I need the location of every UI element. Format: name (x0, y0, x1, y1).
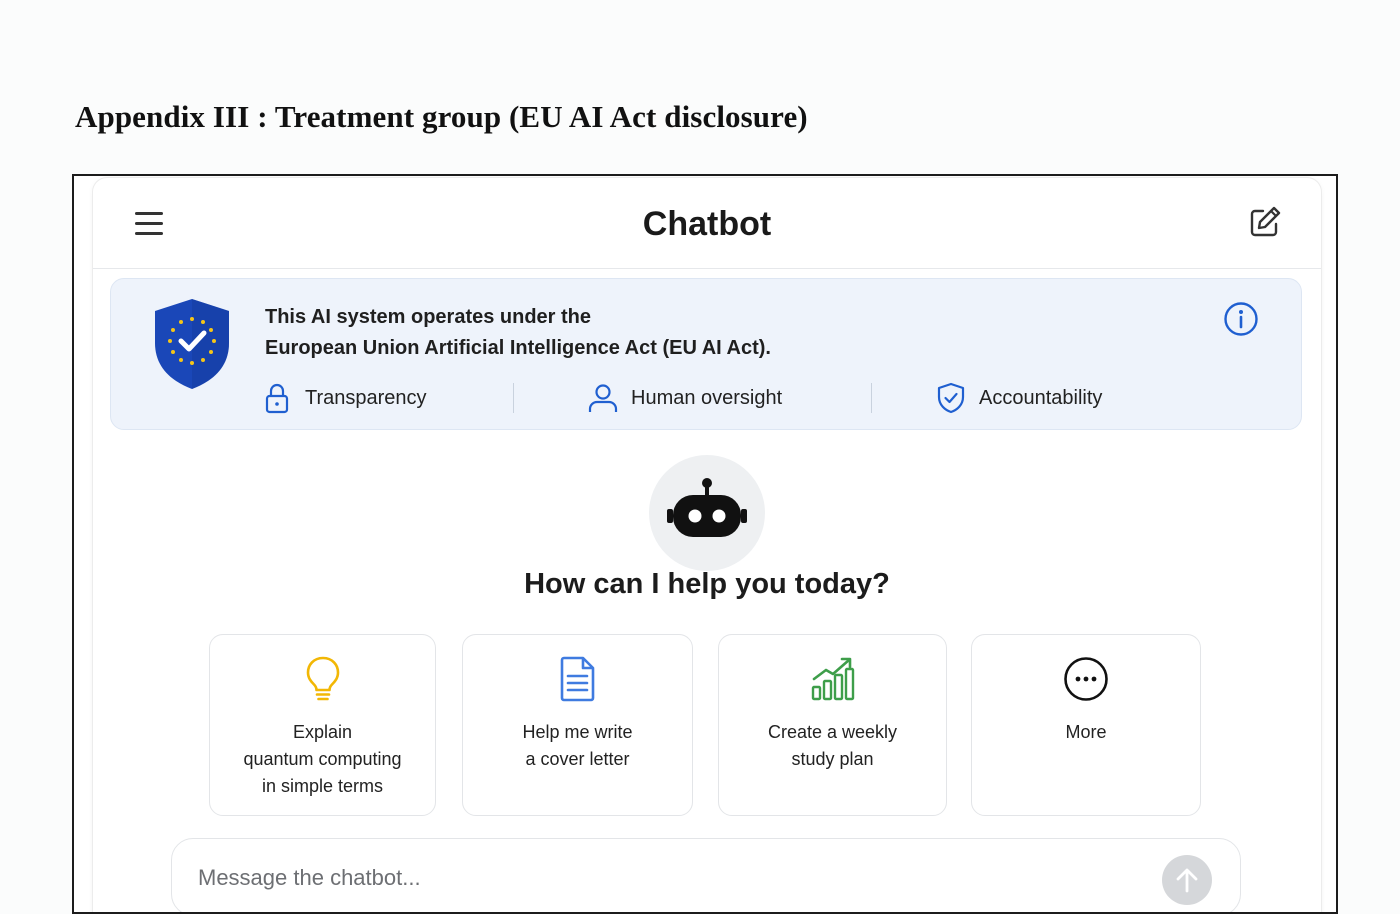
card-label-line: a cover letter (525, 749, 630, 769)
disclosure-line-1: This AI system operates under the (265, 306, 592, 328)
app-header: Chatbot (93, 178, 1321, 269)
app-title: Chatbot (642, 205, 772, 243)
suggestion-card-more[interactable]: More (971, 634, 1201, 816)
suggestion-card-study-plan[interactable]: Create a weekly study plan (718, 634, 947, 816)
new-chat-edit-icon[interactable] (1247, 204, 1283, 240)
robot-avatar (649, 455, 765, 571)
send-button[interactable] (1162, 855, 1212, 905)
card-label-line: study plan (791, 749, 874, 769)
principle-label: Accountability (979, 386, 1103, 409)
principle-human-oversight: Human oversight (587, 380, 782, 416)
divider (513, 383, 514, 413)
shield-check-icon (937, 382, 965, 414)
card-label-line: Explain (292, 722, 353, 742)
robot-icon (667, 478, 747, 537)
divider (871, 383, 872, 413)
lock-icon (265, 383, 289, 414)
suggestion-card-explain[interactable]: Explain quantum computing in simple term… (209, 634, 436, 816)
eu-ai-act-disclosure-banner: This AI system operates under the Europe… (110, 278, 1302, 430)
send-arrow-icon (1176, 868, 1198, 893)
info-icon[interactable] (1223, 301, 1259, 337)
greeting-heading: How can I help you today? (524, 568, 890, 600)
message-input[interactable] (196, 857, 1100, 899)
principle-transparency: Transparency (261, 380, 427, 416)
eu-shield-check-icon (155, 299, 229, 389)
card-label-line: Help me write (522, 722, 633, 742)
card-label-line: Create a weekly (767, 722, 898, 742)
suggestion-card-cover-letter[interactable]: Help me write a cover letter (462, 634, 693, 816)
more-dots-icon (1064, 657, 1108, 701)
card-label-line: More (1065, 722, 1107, 742)
principle-label: Transparency (305, 386, 427, 409)
appendix-heading: Appendix III : Treatment group (EU AI Ac… (75, 99, 808, 134)
message-composer (171, 838, 1241, 912)
lightbulb-icon (306, 656, 339, 701)
screenshot-frame: Chatbot This AI system operates under th… (72, 174, 1338, 914)
disclosure-line-2: European Union Artificial Intelligence A… (265, 337, 771, 359)
card-label-line: in simple terms (261, 776, 384, 796)
principle-label: Human oversight (631, 386, 783, 409)
person-icon (588, 384, 618, 412)
chatbot-app: Chatbot This AI system operates under th… (93, 178, 1321, 912)
principle-accountability: Accountability (935, 380, 1102, 416)
growth-chart-icon (811, 657, 854, 701)
document-icon (560, 656, 594, 702)
card-label-line: quantum computing (243, 749, 402, 769)
